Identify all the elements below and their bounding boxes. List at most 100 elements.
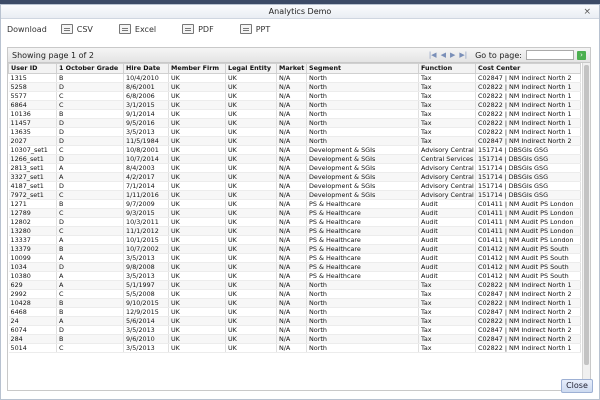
excel-button[interactable]: Excel (118, 24, 157, 34)
next-page-icon[interactable]: ▶ (450, 51, 455, 59)
table-cell: North (306, 307, 419, 317)
table-row[interactable]: 1315 B 10/4/2010 UK UK N/A North Tax C02847 | NM… (8, 73, 581, 83)
table-row[interactable]: 2027 D 11/5/1984 UK UK N/A North Tax C02847 | NM… (8, 136, 581, 146)
table-cell: North (306, 127, 419, 137)
table-cell: 151714 | DBSGIs GSG (475, 181, 581, 191)
table-row[interactable]: 629 A 5/1/1997 UK UK N/A North Tax C02822 | NM I… (8, 280, 581, 290)
table-row[interactable]: 12802 D 10/3/2011 UK UK N/A PS & Healthcare Aud… (8, 217, 581, 227)
table-cell: Advisory Central (418, 145, 476, 155)
close-icon[interactable]: × (583, 5, 591, 19)
table-row[interactable]: 1266_set1 D 10/7/2014 UK UK N/A Development & … (8, 154, 581, 164)
pdf-button[interactable]: PDF (182, 24, 214, 34)
column-header[interactable]: Market (276, 63, 307, 74)
table-cell: UK (168, 316, 226, 326)
table-cell: C (56, 190, 124, 200)
table-cell: 151714 | DBSGIs GSG (475, 190, 581, 200)
table-row[interactable]: 10428 B 9/10/2015 UK UK N/A North Tax C02822 | N… (8, 298, 581, 308)
table-row[interactable]: 11457 D 9/5/2016 UK UK N/A North Tax C02822 | NM… (8, 118, 581, 128)
csv-button[interactable]: CSV (60, 24, 93, 34)
table-cell: UK (225, 307, 277, 317)
table-cell: C02847 | NM Indirect North 2 (475, 325, 581, 335)
table-cell: B (56, 109, 124, 119)
table-cell: C02822 | NM Indirect North 1 (475, 100, 581, 110)
table-cell: C01412 | NM Audit PS South (475, 262, 581, 272)
table-cell: 12789 (8, 208, 57, 218)
ppt-button[interactable]: PPT (239, 24, 270, 34)
table-row[interactable]: 13635 D 3/5/2013 UK UK N/A North Tax C02822 | NM… (8, 127, 581, 137)
table-row[interactable]: 10307_set1 C 10/8/2001 UK UK N/A Development &… (8, 145, 581, 155)
table-cell: 10/8/2001 (123, 145, 169, 155)
table-cell: A (56, 253, 124, 263)
prev-page-icon[interactable]: ◀ (441, 51, 446, 59)
vertical-scrollbar[interactable] (582, 63, 590, 390)
column-header[interactable]: Segment (306, 63, 419, 74)
table-row[interactable]: 5577 C 6/8/2006 UK UK N/A North Tax C02822 | NM … (8, 91, 581, 101)
column-header[interactable]: Member Firm (168, 63, 226, 74)
excel-label: Excel (134, 24, 157, 34)
table-cell: N/A (276, 145, 307, 155)
table-row[interactable]: 284 B 9/6/2010 UK UK N/A North Tax C02847 | NM I… (8, 334, 581, 344)
goto-page-input[interactable] (526, 50, 574, 60)
table-row[interactable]: 2813_set1 A 8/4/2003 UK UK N/A Development & S… (8, 163, 581, 173)
table-cell: A (56, 235, 124, 245)
table-cell: C02822 | NM Indirect North 1 (475, 109, 581, 119)
table-cell: North (306, 325, 419, 335)
table-row[interactable]: 12789 C 9/3/2015 UK UK N/A PS & Healthcare Audi… (8, 208, 581, 218)
first-page-icon[interactable]: |◀ (429, 51, 437, 59)
table-cell: UK (168, 235, 226, 245)
table-cell: 1034 (8, 262, 57, 272)
table-row[interactable]: 1034 D 9/8/2008 UK UK N/A PS & Healthcare Audit… (8, 262, 581, 272)
table-row[interactable]: 13337 A 10/1/2015 UK UK N/A PS & Healthcare Aud… (8, 235, 581, 245)
table-cell: Audit (418, 235, 476, 245)
table-cell: UK (168, 199, 226, 209)
column-header[interactable]: Hire Date (123, 63, 169, 74)
table-cell: Tax (418, 100, 476, 110)
table-cell: Audit (418, 262, 476, 272)
goto-page-button[interactable]: › (577, 50, 586, 60)
column-header[interactable]: Cost Center (475, 63, 581, 74)
table-row[interactable]: 10380 A 3/5/2013 UK UK N/A PS & Healthcare Audi… (8, 271, 581, 281)
table-cell: N/A (276, 244, 307, 254)
table-cell: UK (225, 163, 277, 173)
close-button[interactable]: Close (561, 379, 593, 393)
last-page-icon[interactable]: ▶| (459, 51, 467, 59)
table-cell: Tax (418, 91, 476, 101)
table-row[interactable]: 6074 D 3/5/2013 UK UK N/A North Tax C02847 | NM … (8, 325, 581, 335)
table-row[interactable]: 6864 C 3/1/2015 UK UK N/A North Tax C02822 | NM … (8, 100, 581, 110)
table-row[interactable]: 6468 B 12/9/2015 UK UK N/A North Tax C02847 | NM… (8, 307, 581, 317)
table-cell: 5014 (8, 343, 57, 353)
table-cell: UK (168, 244, 226, 254)
table-cell: 10/1/2015 (123, 235, 169, 245)
table-row[interactable]: 1271 B 9/7/2009 UK UK N/A PS & Healthcare Audit… (8, 199, 581, 209)
table-cell: Tax (418, 334, 476, 344)
table-cell: D (56, 262, 124, 272)
table-cell: N/A (276, 208, 307, 218)
table-cell: UK (225, 316, 277, 326)
table-row[interactable]: 24 A 5/6/2014 UK UK N/A North Tax C02822 | NM In… (8, 316, 581, 326)
table-cell: Tax (418, 289, 476, 299)
table-row[interactable]: 2992 C 5/5/2008 UK UK N/A North Tax C02847 | NM … (8, 289, 581, 299)
table-row[interactable]: 3327_set1 A 4/2/2017 UK UK N/A Development & S… (8, 172, 581, 182)
scrollbar-thumb[interactable] (584, 65, 589, 365)
table-cell: D (56, 325, 124, 335)
table-cell: C (56, 100, 124, 110)
table-row[interactable]: 10099 A 3/5/2013 UK UK N/A PS & Healthcare Audi… (8, 253, 581, 263)
table-cell: N/A (276, 271, 307, 281)
table-row[interactable]: 13379 B 10/7/2002 UK UK N/A PS & Healthcare Aud… (8, 244, 581, 254)
table-row[interactable]: 5258 D 8/6/2001 UK UK N/A North Tax C02822 | NM … (8, 82, 581, 92)
column-header[interactable]: User ID (8, 63, 57, 74)
column-header[interactable]: Legal Entity (225, 63, 277, 74)
column-header[interactable]: Function (418, 63, 476, 74)
table-row[interactable]: 5014 C 3/5/2013 UK UK N/A North Tax C02822 | NM … (8, 343, 581, 353)
table-cell: North (306, 109, 419, 119)
table-cell: North (306, 91, 419, 101)
column-header[interactable]: 1 October Grade (56, 63, 124, 74)
table-cell: D (56, 154, 124, 164)
table-cell: 6074 (8, 325, 57, 335)
table-row[interactable]: 13280 C 11/1/2012 UK UK N/A PS & Healthcare Aud… (8, 226, 581, 236)
table-cell: N/A (276, 163, 307, 173)
table-row[interactable]: 10136 B 9/1/2014 UK UK N/A North Tax C02822 | NM… (8, 109, 581, 119)
table-row[interactable]: 4187_set1 D 7/1/2014 UK UK N/A Development & S… (8, 181, 581, 191)
table-cell: 11/1/2012 (123, 226, 169, 236)
table-row[interactable]: 7972_set1 C 1/11/2016 UK UK N/A Development & … (8, 190, 581, 200)
